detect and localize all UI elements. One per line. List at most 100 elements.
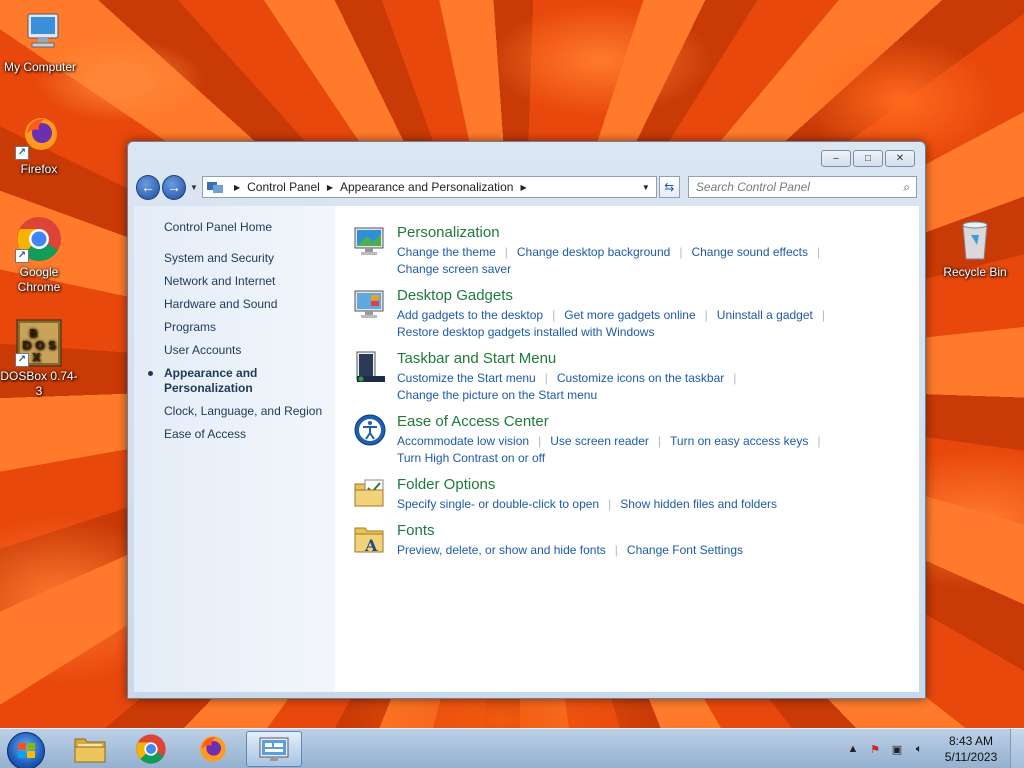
link-single-double-click[interactable]: Specify single- or double-click to open — [397, 497, 599, 511]
taskbar-firefox[interactable] — [185, 731, 241, 767]
action-center-flag-icon[interactable]: ⚑ — [867, 741, 883, 757]
link-add-gadgets[interactable]: Add gadgets to the desktop — [397, 308, 543, 322]
nav-clock-language-region[interactable]: Clock, Language, and Region — [164, 404, 335, 419]
system-tray: ▲ ⚑ ▣ 🔈︎ 8:43 AM 5/11/2023 — [842, 729, 1024, 768]
chrome-icon: ↗ — [15, 215, 63, 263]
address-bar[interactable]: ▶ Control Panel ▶ Appearance and Persona… — [201, 176, 657, 198]
nav-user-accounts[interactable]: User Accounts — [164, 343, 335, 358]
link-restore-gadgets[interactable]: Restore desktop gadgets installed with W… — [397, 325, 654, 339]
category-title[interactable]: Taskbar and Start Menu — [397, 350, 745, 368]
link-change-desktop-background[interactable]: Change desktop background — [517, 245, 670, 259]
nav-system-and-security[interactable]: System and Security — [164, 251, 335, 266]
link-customize-start-menu[interactable]: Customize the Start menu — [397, 371, 536, 385]
link-preview-fonts[interactable]: Preview, delete, or show and hide fonts — [397, 543, 606, 557]
content-area: Control Panel Home System and Security N… — [134, 206, 919, 692]
category-title[interactable]: Ease of Access Center — [397, 413, 829, 431]
link-change-theme[interactable]: Change the theme — [397, 245, 496, 259]
nav-network-and-internet[interactable]: Network and Internet — [164, 274, 335, 289]
breadcrumb-separator-icon[interactable]: ▶ — [520, 183, 526, 192]
nav-programs[interactable]: Programs — [164, 320, 335, 335]
link-low-vision[interactable]: Accommodate low vision — [397, 434, 529, 448]
desktop-icon-label: My Computer — [3, 60, 77, 74]
show-hidden-icons-icon[interactable]: ▲ — [845, 741, 861, 757]
close-icon: ✕ — [895, 153, 905, 164]
link-change-start-picture[interactable]: Change the picture on the Start menu — [397, 388, 597, 402]
search-placeholder: Search Control Panel — [695, 180, 810, 194]
control-panel-icon — [206, 180, 223, 194]
category-title[interactable]: Fonts — [397, 522, 743, 540]
link-get-more-gadgets[interactable]: Get more gadgets online — [564, 308, 695, 322]
folder-icon — [74, 738, 106, 763]
shortcut-arrow-icon: ↗ — [15, 146, 29, 160]
breadcrumb-control-panel[interactable]: Control Panel — [247, 180, 320, 194]
link-uninstall-gadget[interactable]: Uninstall a gadget — [717, 308, 813, 322]
desktop-icon-label: Google Chrome — [17, 265, 61, 294]
category-fonts: A Fonts Preview, delete, or show and hid… — [353, 522, 919, 559]
desktop-icon-recycle-bin[interactable]: Recycle Bin — [935, 215, 1015, 280]
desktop-icon-label: DOSBox 0.74-3 — [0, 369, 78, 398]
network-icon[interactable]: ▣ — [889, 741, 905, 757]
link-show-hidden-files[interactable]: Show hidden files and folders — [620, 497, 777, 511]
arrow-right-icon: → — [167, 179, 182, 195]
ease-of-access-icon — [353, 413, 387, 447]
category-ease-of-access: Ease of Access Center Accommodate low vi… — [353, 413, 919, 467]
link-change-screen-saver[interactable]: Change screen saver — [397, 262, 511, 276]
divider: | — [544, 371, 548, 385]
breadcrumb-separator-icon[interactable]: ▶ — [234, 183, 240, 192]
window-controls: – □ ✕ — [821, 150, 915, 167]
recent-pages-dropdown[interactable]: ▼ — [190, 183, 198, 192]
nav-hardware-and-sound[interactable]: Hardware and Sound — [164, 297, 335, 312]
taskbar: ▲ ⚑ ▣ 🔈︎ 8:43 AM 5/11/2023 — [0, 728, 1024, 768]
folder-options-icon — [353, 476, 387, 510]
control-panel-home-link[interactable]: Control Panel Home — [164, 220, 335, 234]
forward-button[interactable]: → — [162, 174, 187, 200]
desktop-icon-chrome[interactable]: ↗ Google Chrome — [0, 215, 79, 295]
minimize-button[interactable]: – — [821, 150, 851, 167]
nav-ease-of-access[interactable]: Ease of Access — [164, 427, 335, 442]
back-button[interactable]: ← — [136, 174, 161, 200]
link-high-contrast[interactable]: Turn High Contrast on or off — [397, 451, 545, 465]
divider: | — [679, 245, 683, 259]
shortcut-arrow-icon: ↗ — [15, 249, 29, 263]
breadcrumb-appearance[interactable]: Appearance and Personalization — [340, 180, 513, 194]
shortcut-arrow-icon: ↗ — [15, 353, 29, 367]
start-button[interactable] — [7, 732, 45, 768]
nav-appearance-and-personalization[interactable]: Appearance and Personalization — [148, 366, 274, 396]
search-icon[interactable]: ⌕ — [903, 180, 910, 195]
category-desktop-gadgets: Desktop Gadgets Add gadgets to the deskt… — [353, 287, 919, 341]
maximize-button[interactable]: □ — [853, 150, 883, 167]
recycle-bin-icon — [951, 215, 999, 263]
category-title[interactable]: Folder Options — [397, 476, 777, 494]
link-customize-taskbar-icons[interactable]: Customize icons on the taskbar — [557, 371, 724, 385]
navigation-bar: ← → ▼ ▶ Control Panel ▶ Appearance and P… — [136, 174, 918, 200]
minimize-icon: – — [833, 153, 839, 164]
desktop-icon-dosbox[interactable]: B D O S X ↗ DOSBox 0.74-3 — [0, 319, 79, 399]
desktop-icon-my-computer[interactable]: My Computer — [0, 10, 80, 75]
show-desktop-button[interactable] — [1010, 729, 1024, 768]
category-title[interactable]: Desktop Gadgets — [397, 287, 834, 305]
divider: | — [817, 434, 821, 448]
desktop-icon-firefox[interactable]: ↗ Firefox — [0, 112, 79, 177]
address-dropdown-icon[interactable]: ▼ — [636, 183, 656, 192]
category-list: Personalization Change the theme | Change … — [335, 206, 919, 692]
taskbar-chrome[interactable] — [123, 731, 179, 767]
category-title[interactable]: Personalization — [397, 224, 829, 242]
link-screen-reader[interactable]: Use screen reader — [550, 434, 649, 448]
link-change-font-settings[interactable]: Change Font Settings — [627, 543, 743, 557]
divider: | — [608, 497, 612, 511]
clock-time: 8:43 AM — [948, 734, 994, 748]
taskbar-control-panel[interactable] — [246, 731, 302, 767]
fonts-icon: A — [353, 522, 387, 556]
link-change-sound-effects[interactable]: Change sound effects — [691, 245, 808, 259]
volume-icon[interactable]: 🔈︎ — [911, 741, 927, 757]
search-box[interactable]: Search Control Panel ⌕ — [687, 176, 918, 198]
taskbar-file-explorer[interactable] — [62, 731, 118, 767]
divider: | — [614, 543, 618, 557]
link-easy-access-keys[interactable]: Turn on easy access keys — [670, 434, 808, 448]
maximize-icon: □ — [864, 153, 872, 164]
close-button[interactable]: ✕ — [885, 150, 915, 167]
svg-text:X: X — [32, 351, 41, 364]
refresh-button[interactable]: ⇆ — [658, 176, 680, 198]
clock[interactable]: 8:43 AM 5/11/2023 — [936, 733, 1006, 765]
breadcrumb-separator-icon[interactable]: ▶ — [327, 183, 333, 192]
